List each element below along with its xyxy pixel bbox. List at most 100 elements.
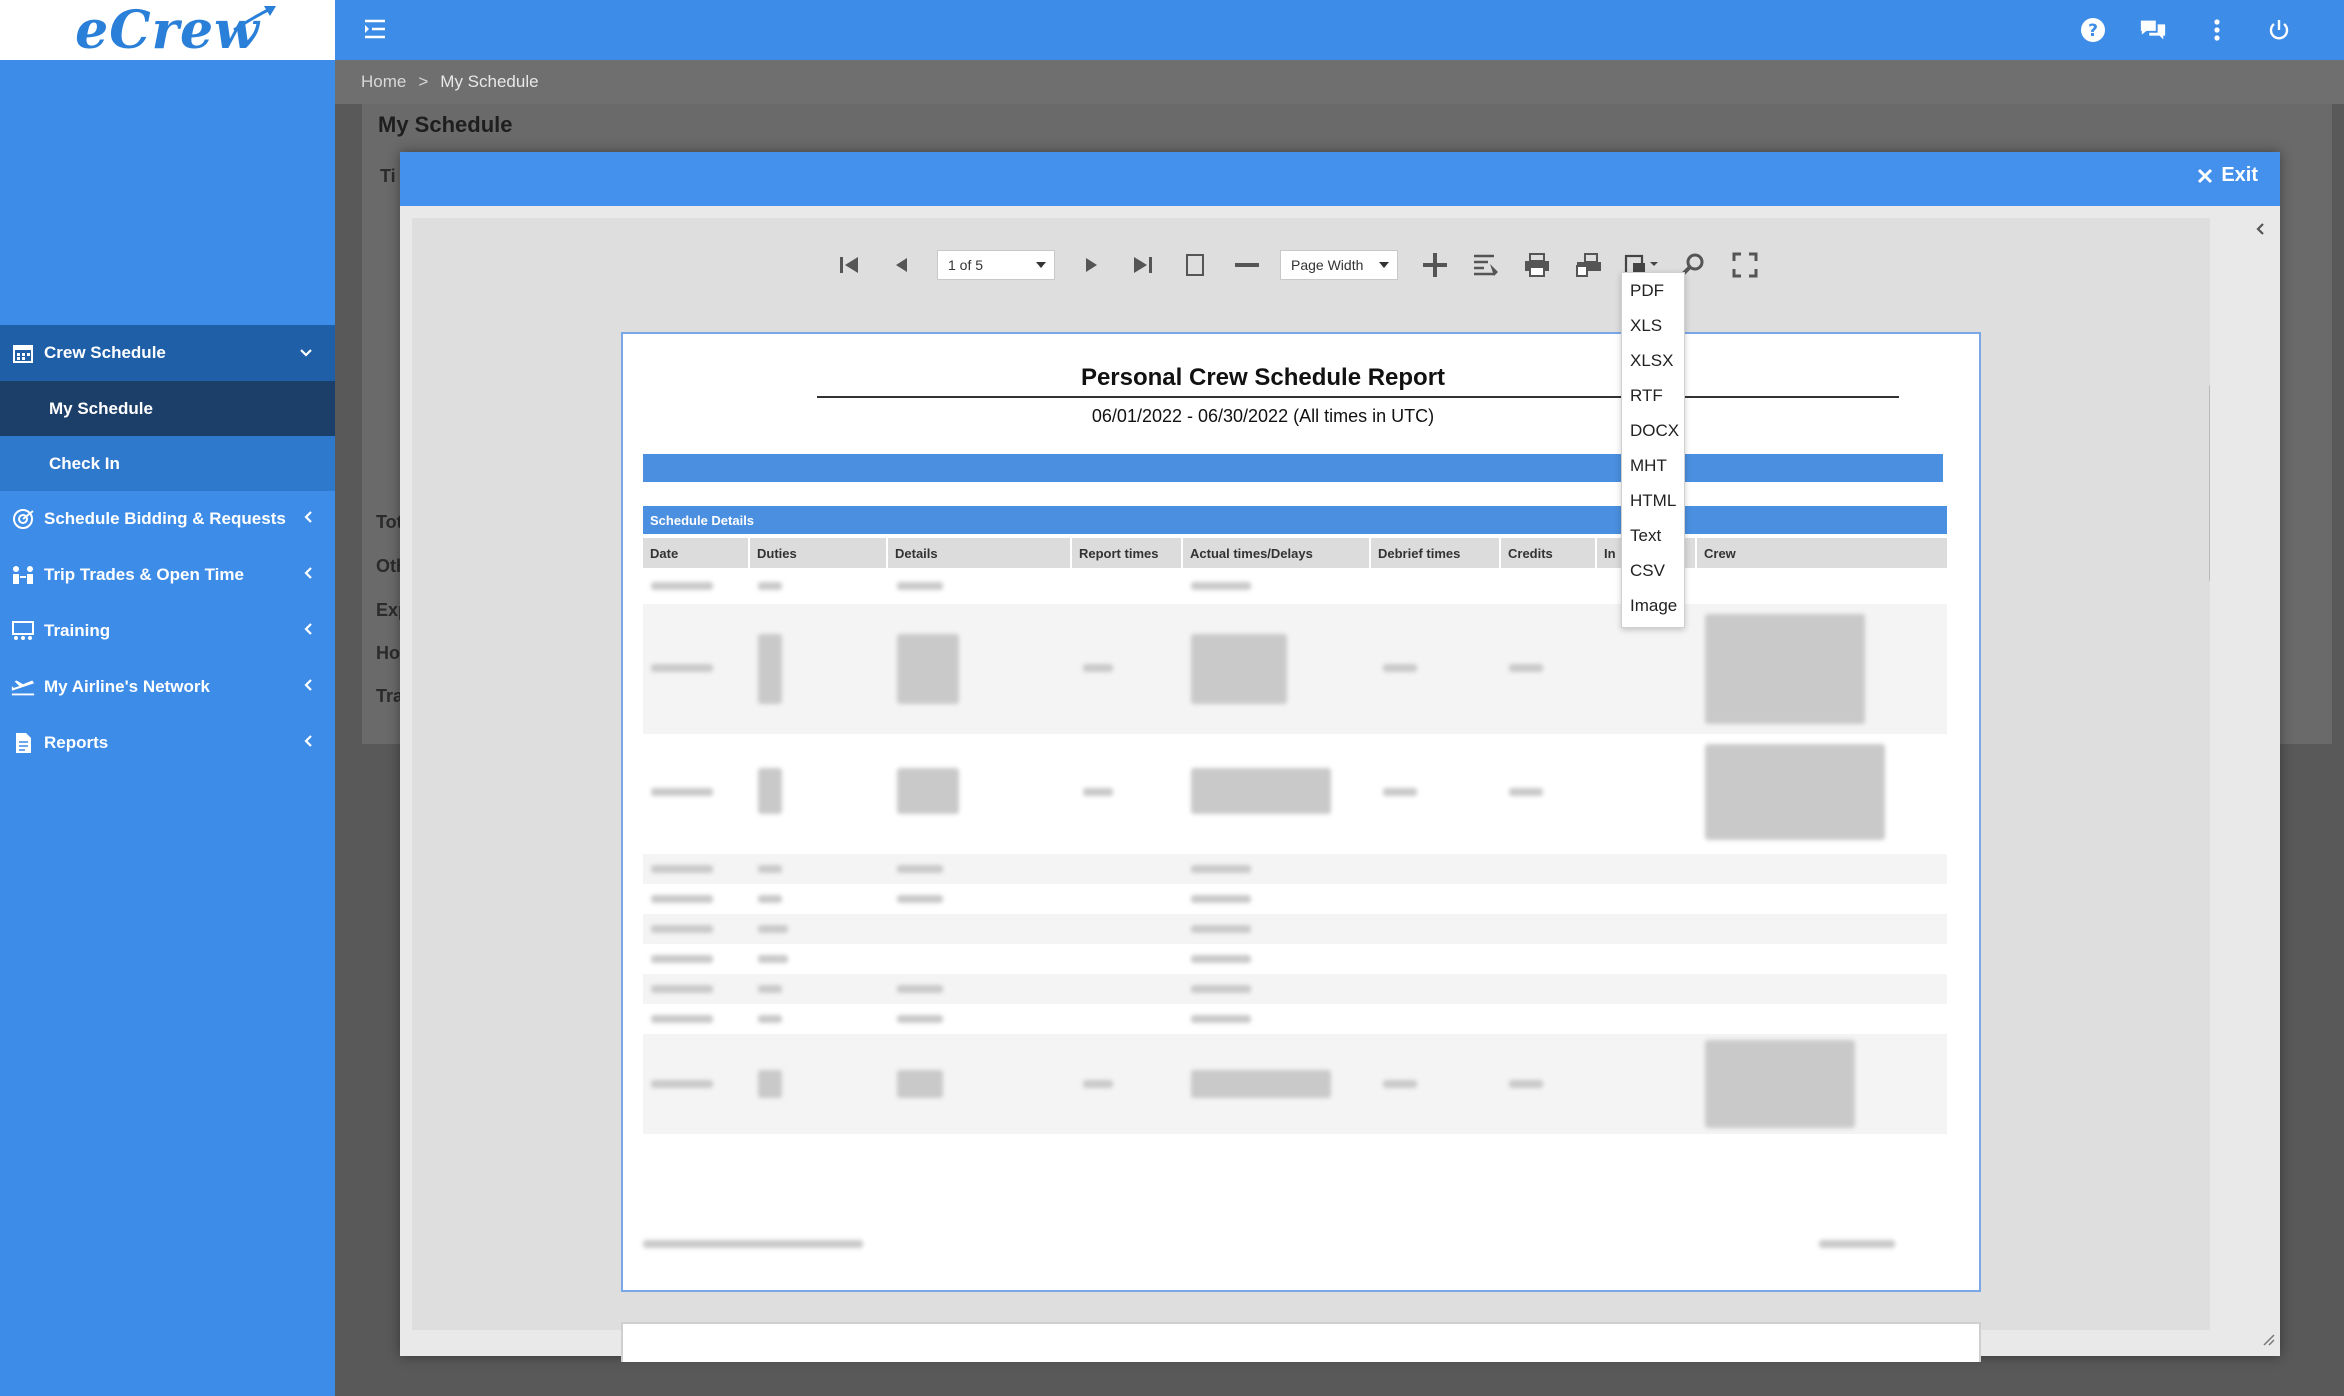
export-option-csv[interactable]: CSV [1622, 553, 1684, 588]
training-board-icon [10, 618, 36, 644]
sidebar-item-label: Schedule Bidding & Requests [44, 509, 286, 528]
export-option-pdf[interactable]: PDF [1622, 273, 1684, 308]
table-row [643, 974, 1947, 1004]
sidebar-item-check-in[interactable]: Check In [0, 436, 335, 491]
chevron-left-icon [303, 621, 313, 641]
vertical-scrollbar[interactable] [2209, 383, 2210, 583]
document-icon [10, 730, 36, 756]
highlight-editing-icon[interactable] [1469, 248, 1503, 282]
report-page-next [621, 1322, 1981, 1362]
resize-grip-icon[interactable] [2260, 1331, 2276, 1352]
print-icon[interactable] [1520, 248, 1554, 282]
table-row [643, 604, 1947, 734]
report-title-rule [817, 396, 1899, 398]
sidebar-item-label: Trip Trades & Open Time [44, 565, 244, 584]
page-select-value: 1 of 5 [948, 257, 984, 273]
breadcrumb-home[interactable]: Home [361, 72, 406, 92]
print-page-icon[interactable] [1572, 248, 1606, 282]
tab-partial-total[interactable]: Tot [376, 512, 403, 533]
viewer-toolbar: 1 of 5 Page Width [412, 238, 2210, 288]
export-option-html[interactable]: HTML [1622, 483, 1684, 518]
chevron-down-icon [299, 343, 313, 363]
column-header-crew: Crew [1704, 545, 1736, 561]
column-header-credits: Credits [1501, 538, 1597, 568]
zoom-in-icon[interactable] [1418, 248, 1452, 282]
table-row [643, 914, 1947, 944]
tab-partial-ti[interactable]: Ti [380, 166, 396, 187]
help-icon[interactable]: ? [2079, 16, 2107, 44]
report-table-header: Date Duties Details Report times Actual … [643, 538, 1947, 568]
sidebar-item-my-schedule[interactable]: My Schedule [0, 381, 335, 436]
sidebar-item-airline-network[interactable]: My Airline's Network [0, 659, 335, 715]
report-section-title: Schedule Details [643, 506, 1947, 534]
breadcrumb-current: My Schedule [440, 72, 539, 91]
sidebar-item-reports[interactable]: Reports [0, 715, 335, 771]
exit-button[interactable]: Exit [2197, 164, 2258, 187]
chat-icon[interactable] [2139, 16, 2167, 44]
previous-page-icon[interactable] [884, 248, 918, 282]
column-header-actual-times: Actual times/Delays [1183, 538, 1371, 568]
collapse-panel-icon[interactable] [2254, 222, 2266, 241]
first-page-icon[interactable] [832, 248, 866, 282]
sidebar-item-label: Training [44, 621, 111, 640]
zoom-select-value: Page Width [1291, 257, 1364, 273]
column-header-duties: Duties [750, 538, 888, 568]
sidebar-menu: Crew Schedule My Schedule Check In Sched… [0, 325, 335, 771]
close-icon [2198, 168, 2213, 183]
sidebar-item-training[interactable]: Training [0, 603, 335, 659]
fullscreen-icon[interactable] [1728, 248, 1762, 282]
chevron-left-icon [303, 565, 313, 585]
page-title: My Schedule [378, 112, 513, 137]
sidebar-item-crew-schedule[interactable]: Crew Schedule [0, 325, 335, 381]
sidebar: eCrew Crew Schedule My Schedule Check In… [0, 0, 335, 1396]
sidebar-item-schedule-bidding[interactable]: Schedule Bidding & Requests [0, 491, 335, 547]
table-row [643, 884, 1947, 914]
exit-label: Exit [2221, 164, 2258, 186]
zoom-out-icon[interactable] [1230, 248, 1264, 282]
more-vertical-icon[interactable] [2203, 16, 2231, 44]
modal-header: Exit [400, 152, 2280, 206]
menu-toggle-icon[interactable] [363, 18, 387, 45]
last-page-icon[interactable] [1126, 248, 1160, 282]
caret-down-icon [1036, 262, 1046, 268]
table-row [643, 1004, 1947, 1034]
report-footer-left [643, 1240, 863, 1248]
tab-partial-ho[interactable]: Ho [376, 643, 400, 664]
export-option-image[interactable]: Image [1622, 588, 1684, 623]
export-option-xlsx[interactable]: XLSX [1622, 343, 1684, 378]
next-page-icon[interactable] [1075, 248, 1109, 282]
calendar-icon [10, 340, 36, 366]
single-page-icon[interactable] [1178, 248, 1212, 282]
export-option-text[interactable]: Text [1622, 518, 1684, 553]
column-header-details: Details [888, 538, 1072, 568]
report-title: Personal Crew Schedule Report [1080, 364, 1446, 391]
export-option-mht[interactable]: MHT [1622, 448, 1684, 483]
report-banner [643, 454, 1943, 482]
chevron-left-icon [303, 733, 313, 753]
breadcrumb: Home > My Schedule [335, 60, 2344, 104]
export-option-docx[interactable]: DOCX [1622, 413, 1684, 448]
table-row [643, 854, 1947, 884]
sidebar-item-trip-trades[interactable]: Trip Trades & Open Time [0, 547, 335, 603]
export-option-rtf[interactable]: RTF [1622, 378, 1684, 413]
zoom-select[interactable]: Page Width [1280, 250, 1398, 280]
column-header-debrief-times: Debrief times [1371, 538, 1501, 568]
export-option-xls[interactable]: XLS [1622, 308, 1684, 343]
people-swap-icon [10, 562, 36, 588]
target-icon [10, 506, 36, 532]
report-footer-right [1819, 1240, 1895, 1248]
caret-down-icon [1379, 262, 1389, 268]
logo[interactable]: eCrew [0, 0, 335, 61]
report-subtitle: 06/01/2022 - 06/30/2022 (All times in UT… [1091, 406, 1435, 426]
power-icon[interactable] [2265, 16, 2293, 44]
sidebar-item-label: Crew Schedule [44, 343, 166, 362]
column-header-date: Date [643, 538, 750, 568]
tab-partial-tra[interactable]: Tra [376, 686, 403, 707]
report-page: Personal Crew Schedule Report 06/01/2022… [621, 332, 1981, 1292]
sidebar-item-label: Reports [44, 733, 109, 752]
page-select[interactable]: 1 of 5 [937, 250, 1055, 280]
table-row [643, 944, 1947, 974]
column-header-report-times: Report times [1072, 538, 1183, 568]
chevron-left-icon [303, 677, 313, 697]
top-bar: ? [335, 0, 2344, 60]
